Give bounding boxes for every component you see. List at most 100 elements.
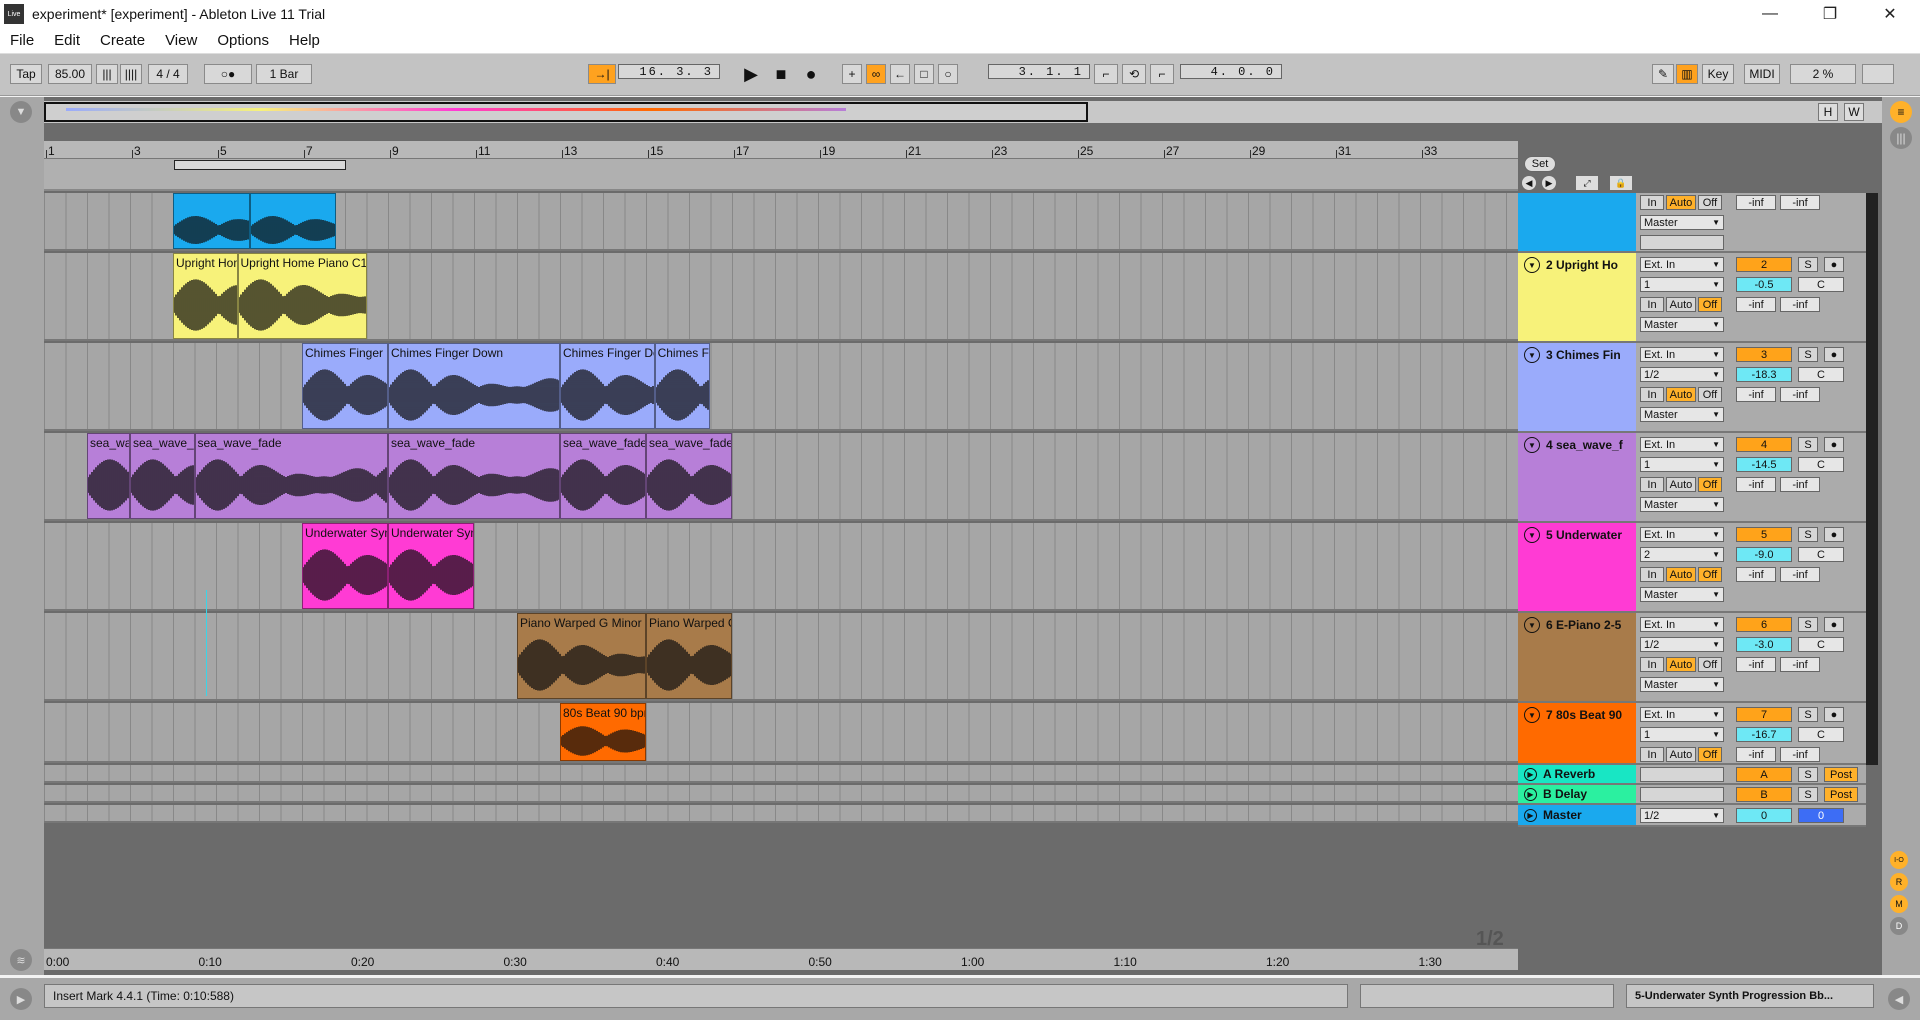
monitor-in-button[interactable]: In — [1640, 477, 1664, 492]
menu-view[interactable]: View — [155, 32, 207, 49]
input-channel-select[interactable]: 2 — [1640, 547, 1724, 562]
monitor-off-button[interactable]: Off — [1698, 477, 1722, 492]
audio-clip[interactable]: Upright Home Piano — [173, 253, 238, 339]
punch-in-icon[interactable]: ⌐ — [1094, 64, 1118, 84]
arm-record-icon[interactable]: ● — [1824, 527, 1844, 542]
expand-tracks-icon[interactable]: ⤢ — [1576, 176, 1598, 190]
audio-clip[interactable]: Chimes Finger Down — [388, 343, 560, 429]
overdub-icon[interactable]: + — [842, 64, 862, 84]
capture-icon[interactable]: □ — [914, 64, 934, 84]
input-type-select[interactable]: Ext. In — [1640, 707, 1724, 722]
monitor-in-button[interactable]: In — [1640, 657, 1664, 672]
automation-arm-icon[interactable]: ∞ — [866, 64, 886, 84]
track-header[interactable]: ▼ 3 Chimes Fin — [1518, 343, 1636, 433]
input-channel-select[interactable]: 1 — [1640, 727, 1724, 742]
pan-field[interactable]: C — [1798, 637, 1844, 652]
arm-record-icon[interactable]: ● — [1824, 617, 1844, 632]
input-channel-select[interactable]: 1 — [1640, 457, 1724, 472]
audio-clip[interactable]: Piano Warped G Minor 98 bpm — [517, 613, 646, 699]
output-routing-select[interactable]: Master — [1640, 497, 1724, 512]
input-channel-select[interactable]: 1 — [1640, 277, 1724, 292]
output-routing-select[interactable]: Master — [1640, 215, 1724, 230]
return-name[interactable]: ▶ A Reverb — [1524, 767, 1595, 781]
arrangement-view-icon[interactable]: ||| — [1890, 127, 1912, 149]
output-routing-select[interactable]: Master — [1640, 407, 1724, 422]
returns-toggle-icon[interactable]: R — [1890, 873, 1908, 891]
io-toggle-icon[interactable]: I-O — [1890, 851, 1908, 869]
fold-icon[interactable]: ▼ — [1524, 437, 1540, 453]
post-button[interactable]: Post — [1824, 767, 1858, 782]
set-locator-button[interactable]: Set — [1524, 156, 1556, 172]
audio-clip[interactable]: sea_wave_fade — [388, 433, 560, 519]
loop-bar[interactable] — [44, 159, 1518, 191]
input-channel-select[interactable]: 1/2 — [1640, 367, 1724, 382]
return-lane[interactable] — [44, 785, 1518, 803]
volume-field[interactable]: -9.0 — [1736, 547, 1792, 562]
track-activator[interactable]: 7 — [1736, 707, 1792, 722]
return-activator[interactable]: A — [1736, 767, 1792, 782]
return-track-header[interactable]: ▶ A Reverb — [1518, 765, 1636, 785]
menu-edit[interactable]: Edit — [44, 32, 90, 49]
session-record-icon[interactable]: ○ — [938, 64, 958, 84]
monitor-in-button[interactable]: In — [1640, 567, 1664, 582]
loop-toggle-icon[interactable]: ⟲ — [1122, 64, 1146, 84]
pan-field[interactable]: C — [1798, 457, 1844, 472]
monitor-in-button[interactable]: In — [1640, 747, 1664, 762]
track-activator[interactable]: 3 — [1736, 347, 1792, 362]
track-name[interactable]: ▼ 2 Upright Ho — [1524, 257, 1618, 273]
track-header[interactable]: ▼ 5 Underwater — [1518, 523, 1636, 613]
return-name[interactable]: ▶ B Delay — [1524, 787, 1587, 801]
track-activator[interactable]: 5 — [1736, 527, 1792, 542]
solo-button[interactable]: S — [1798, 617, 1818, 632]
input-channel-select[interactable]: 1/2 — [1640, 637, 1724, 652]
track-name[interactable]: ▼ 6 E-Piano 2-5 — [1524, 617, 1621, 633]
return-output-select[interactable] — [1640, 787, 1724, 802]
fold-icon[interactable]: ▼ — [1524, 347, 1540, 363]
draw-mode-icon[interactable]: ✎ — [1652, 64, 1674, 84]
audio-clip[interactable]: Upright Home Piano C1 — [237, 253, 367, 339]
volume-field[interactable]: -14.5 — [1736, 457, 1792, 472]
play-icon[interactable]: ▶ — [738, 64, 764, 84]
master-lane[interactable] — [44, 805, 1518, 823]
tempo-field[interactable]: 85.00 — [48, 64, 92, 84]
monitor-in-button[interactable]: In — [1640, 387, 1664, 402]
output-routing-select[interactable]: Master — [1640, 317, 1724, 332]
solo-button[interactable]: S — [1798, 787, 1818, 802]
solo-button[interactable]: S — [1798, 767, 1818, 782]
input-type-select[interactable]: Ext. In — [1640, 617, 1724, 632]
audio-clip[interactable] — [250, 193, 337, 249]
track-header[interactable]: ▼ 6 E-Piano 2-5 — [1518, 613, 1636, 703]
fold-icon[interactable]: ▼ — [1524, 707, 1540, 723]
monitor-auto-button[interactable]: Auto — [1666, 195, 1696, 210]
monitor-off-button[interactable]: Off — [1698, 297, 1722, 312]
track-lane[interactable]: Chimes Finger DownChimes Finger DownChim… — [44, 343, 1518, 431]
monitor-off-button[interactable]: Off — [1698, 747, 1722, 762]
audio-clip[interactable]: sea_wave_fade — [646, 433, 732, 519]
monitor-in-button[interactable]: In — [1640, 297, 1664, 312]
master-cue-field[interactable]: 0 — [1736, 808, 1792, 823]
back-to-arrangement-icon[interactable]: ← — [890, 64, 910, 84]
master-name[interactable]: ▶ Master — [1524, 808, 1582, 822]
track-activator[interactable]: 2 — [1736, 257, 1792, 272]
close-button[interactable]: ✕ — [1860, 0, 1920, 28]
punch-out-icon[interactable]: ⌐ — [1150, 64, 1174, 84]
fit-height-button[interactable]: H — [1818, 103, 1838, 121]
monitor-auto-button[interactable]: Auto — [1666, 477, 1696, 492]
input-type-select[interactable]: Ext. In — [1640, 257, 1724, 272]
loop-length-field[interactable]: 4. 0. 0 — [1180, 64, 1282, 79]
arm-record-icon[interactable]: ● — [1824, 257, 1844, 272]
nudge-down-icon[interactable]: ||| — [96, 64, 118, 84]
solo-button[interactable]: S — [1798, 527, 1818, 542]
midi-map-button[interactable]: MIDI — [1744, 64, 1780, 84]
monitor-off-button[interactable]: Off — [1698, 195, 1722, 210]
track-activator[interactable]: 4 — [1736, 437, 1792, 452]
track-name[interactable]: ▼ 5 Underwater — [1524, 527, 1622, 543]
audio-clip[interactable]: Underwater Synth Progress — [388, 523, 474, 609]
overview-viewport[interactable] — [44, 102, 1088, 122]
track-header[interactable]: ▼ 7 80s Beat 90 — [1518, 703, 1636, 765]
track-lane[interactable]: Underwater Synth Progress Underwater Synt… — [44, 523, 1518, 611]
master-track-header[interactable]: ▶ Master — [1518, 805, 1636, 827]
track-lane[interactable]: Upright Home PianoUpright Home Piano C1 — [44, 253, 1518, 341]
track-activator[interactable]: 6 — [1736, 617, 1792, 632]
menu-help[interactable]: Help — [279, 32, 330, 49]
